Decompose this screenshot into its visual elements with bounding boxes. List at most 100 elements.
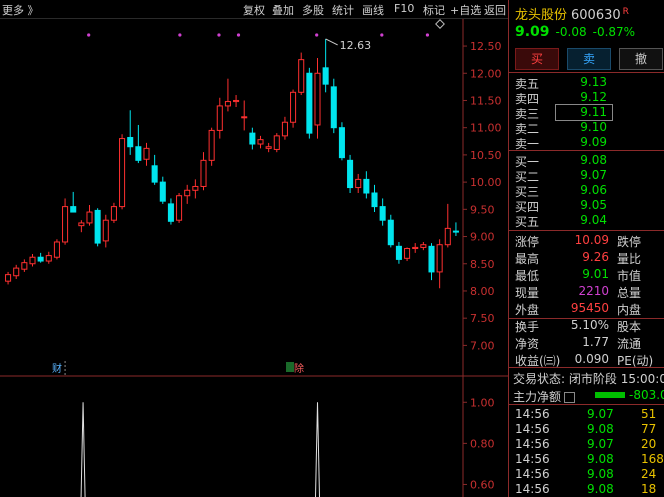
ask-row-1[interactable]: 卖一 9.09 — [515, 135, 663, 151]
candle-body — [119, 138, 126, 208]
event-dot — [236, 33, 241, 37]
event-dot — [380, 33, 384, 37]
more-menu-button[interactable]: 更多 》 — [2, 2, 39, 18]
draw-line-button[interactable]: 画线 — [362, 2, 384, 18]
multi-stock-button[interactable]: 多股 — [302, 2, 324, 18]
stock-name: 龙头股份 — [515, 8, 568, 23]
kline-chart[interactable]: 12.63 12.50 12.00 11.50 11.00 10.50 10.00 9.50… — [0, 19, 508, 497]
candle-body — [224, 101, 231, 107]
tick-row: 14:56 9.07 51 — [515, 407, 664, 422]
mark-button[interactable]: 标记 — [423, 2, 445, 18]
tick-row: 14:56 9.08 168 — [515, 452, 664, 467]
candle-body — [314, 72, 321, 126]
tick-time: 14:56 — [515, 482, 550, 496]
candle-body — [420, 244, 427, 248]
f10-button[interactable]: F10 — [394, 2, 414, 15]
stat-row: 换手 5.10% 股本 — [515, 318, 664, 335]
tick-volume: 51 — [641, 407, 657, 421]
diamond-icon[interactable] — [435, 19, 445, 29]
bid-row-4[interactable]: 买四 9.05 — [515, 198, 663, 214]
back-button[interactable]: 返回 — [484, 2, 506, 18]
tick-price: 9.08 — [587, 422, 614, 436]
candle-body — [184, 189, 191, 197]
stat-label: 涨停 — [515, 235, 540, 249]
stat-label: 外盘 — [515, 303, 540, 317]
indicator-spike — [80, 402, 86, 497]
tick-volume: 24 — [641, 467, 657, 481]
tick-price: 9.08 — [587, 452, 614, 466]
bid-row-3[interactable]: 买三 9.06 — [515, 183, 663, 199]
stock-terminal: 更多 》 复权 叠加 多股 统计 画线 F10 标记 +自选 返回 12.63 … — [0, 0, 664, 497]
ask-row-2[interactable]: 卖二 9.10 — [515, 120, 663, 136]
restore-rights-button[interactable]: 复权 — [243, 2, 265, 18]
overlay-button[interactable]: 叠加 — [272, 2, 294, 18]
candle-body — [452, 230, 459, 233]
ob-price: 9.06 — [580, 183, 607, 197]
ob-label: 买五 — [515, 215, 540, 229]
candle-body — [208, 129, 215, 161]
tick-time: 14:56 — [515, 407, 550, 421]
trade-status-label: 交易状态: — [513, 372, 566, 386]
candle-body — [338, 127, 345, 159]
add-watchlist-button[interactable]: +自选 — [450, 2, 481, 18]
margin-flag: R — [622, 7, 629, 17]
bid-row-5[interactable]: 买五 9.04 — [515, 213, 663, 229]
tick-price: 9.08 — [587, 467, 614, 481]
candle-body — [110, 206, 117, 221]
bid-row-1[interactable]: 买一 9.08 — [515, 153, 663, 169]
buy-button[interactable]: 买 — [515, 48, 559, 70]
trade-buttons: 买 卖 撤 — [515, 48, 663, 70]
main-flow-value: -803.0 — [629, 388, 664, 402]
divider — [509, 72, 664, 73]
statistics-button[interactable]: 统计 — [332, 2, 354, 18]
candle-body — [290, 91, 297, 123]
candle-body — [151, 165, 158, 183]
tick-row: 14:56 9.08 18 — [515, 482, 664, 497]
y-tick-label: 10.00 — [470, 176, 502, 189]
candle-body — [216, 105, 223, 131]
candle-body — [62, 206, 69, 243]
ask-row-3[interactable]: 卖三 9.11 — [515, 104, 663, 121]
peak-pointer — [325, 38, 338, 46]
stat-row: 最高 9.26 量比 — [515, 250, 664, 267]
ob-price: 9.13 — [580, 75, 607, 89]
stat-value: 2210 — [578, 284, 609, 298]
price-change: -0.08 — [555, 25, 587, 39]
ask-row-4[interactable]: 卖四 9.12 — [515, 90, 663, 106]
tick-price: 9.07 — [587, 407, 614, 421]
tick-time: 14:56 — [515, 467, 550, 481]
stat-value: 1.77 — [582, 335, 609, 349]
sell-button[interactable]: 卖 — [567, 48, 611, 70]
candle-body — [29, 256, 36, 265]
y-tick-label: 11.50 — [470, 94, 502, 107]
main-flow-row: 主力净额 -803.0 — [513, 388, 664, 405]
ob-price: 9.11 — [580, 105, 607, 119]
stock-header: 龙头股份 600630 R — [515, 4, 629, 23]
tick-row: 14:56 9.08 24 — [515, 467, 664, 482]
candle-body — [21, 262, 28, 270]
ask-row-5[interactable]: 卖五 9.13 — [515, 75, 663, 91]
tick-time: 14:56 — [515, 422, 550, 436]
candle-body — [273, 135, 280, 150]
stat-value: 9.26 — [582, 250, 609, 264]
stat-label: 最高 — [515, 252, 540, 266]
stat-right-label: 流通 — [617, 337, 642, 351]
tick-volume: 77 — [641, 422, 657, 436]
candle-body — [306, 72, 313, 134]
event-dot — [315, 33, 319, 37]
cancel-order-button[interactable]: 撤 — [619, 48, 663, 70]
candle-series: 12.63 — [5, 38, 459, 289]
calendar-icon[interactable] — [564, 392, 576, 403]
last-price: 9.09 — [515, 24, 550, 40]
divider — [509, 367, 664, 368]
y-tick-label: 8.00 — [470, 285, 495, 298]
candle-body — [233, 99, 240, 103]
ob-price: 9.07 — [580, 168, 607, 182]
stat-value: 10.09 — [574, 233, 609, 247]
ob-price: 9.05 — [580, 198, 607, 212]
bid-row-2[interactable]: 买二 9.07 — [515, 168, 663, 184]
indicator-spike — [315, 402, 320, 497]
stat-right-label: 股本 — [617, 320, 642, 334]
candle-body — [395, 245, 402, 260]
candle-body — [436, 244, 443, 273]
